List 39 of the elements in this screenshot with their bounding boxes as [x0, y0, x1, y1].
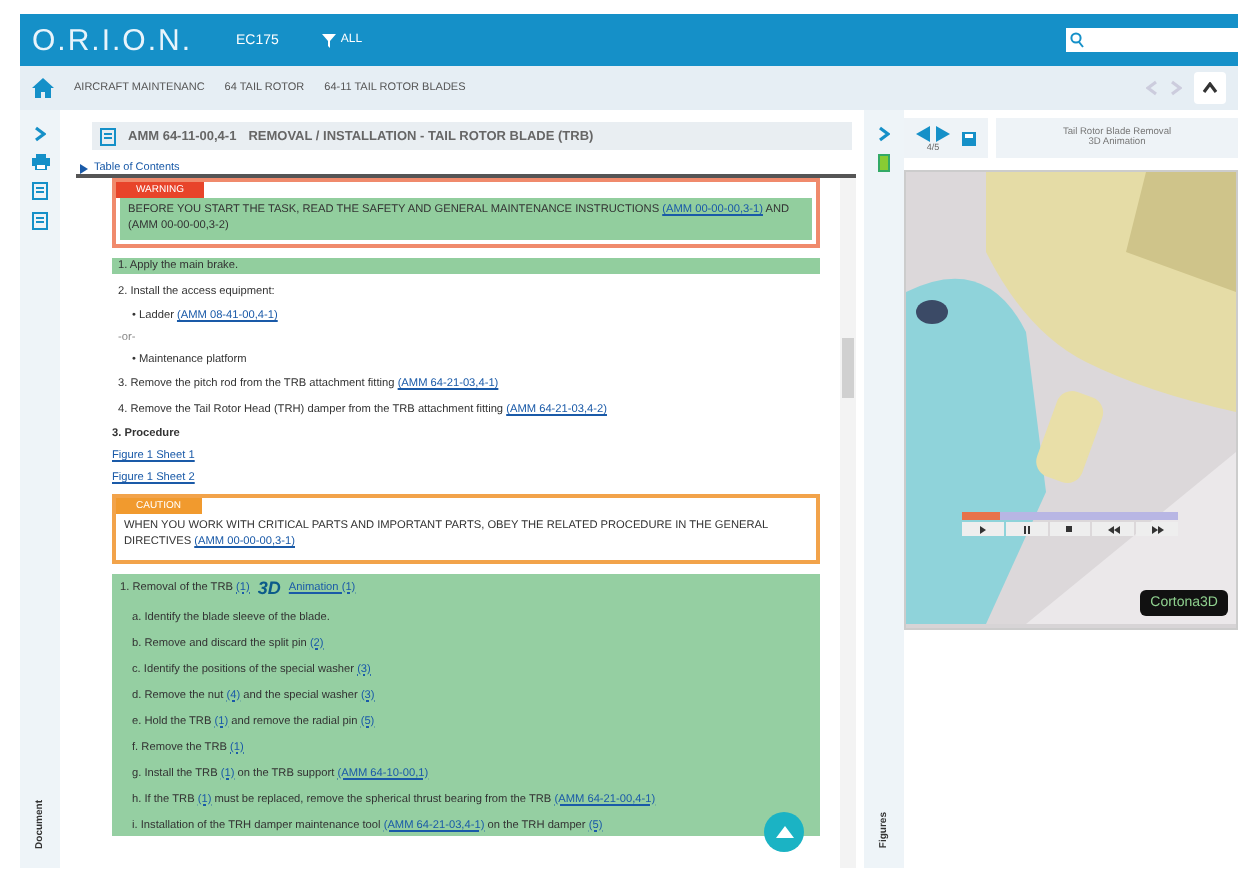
timeline-track[interactable] — [962, 512, 1178, 520]
next-figure-icon[interactable] — [936, 125, 950, 141]
triangle-right-icon — [80, 163, 88, 173]
pause-button[interactable] — [1005, 522, 1048, 536]
fast-forward-icon — [1151, 525, 1164, 533]
chevron-up-icon — [1202, 82, 1218, 94]
home-icon[interactable] — [32, 78, 54, 98]
rewind-icon — [1107, 525, 1120, 533]
pause-icon — [1023, 525, 1030, 533]
document-icon — [32, 212, 48, 230]
chevron-left-icon — [1146, 80, 1158, 96]
search-icon — [1070, 32, 1084, 48]
play-icon — [979, 525, 986, 533]
document-button[interactable] — [32, 182, 48, 200]
filter-icon — [322, 33, 337, 47]
rewind-button[interactable] — [1092, 522, 1135, 536]
chevron-right-icon — [34, 126, 46, 142]
app-logo: O.R.I.O.N. — [32, 23, 193, 57]
document-button[interactable] — [32, 212, 48, 230]
expand-button[interactable] — [878, 126, 890, 142]
search-field[interactable] — [1066, 28, 1238, 52]
scroll-to-top-button[interactable] — [764, 812, 804, 852]
chevron-right-icon — [1170, 80, 1182, 96]
3d-badge[interactable]: 3D — [257, 577, 281, 598]
stop-button[interactable] — [1049, 522, 1091, 536]
scrollbar[interactable] — [840, 178, 856, 868]
triangle-up-icon — [775, 826, 793, 838]
document-icon — [100, 127, 116, 145]
document-icon — [32, 182, 48, 200]
print-icon — [31, 154, 49, 170]
chevron-right-icon — [878, 126, 890, 142]
play-button[interactable] — [962, 522, 1004, 536]
stop-icon — [1066, 526, 1073, 532]
save-icon[interactable] — [962, 131, 976, 145]
print-button[interactable] — [31, 154, 49, 170]
previous-figure-icon[interactable] — [916, 125, 930, 141]
expand-button[interactable] — [34, 126, 46, 142]
fast-forward-button[interactable] — [1136, 522, 1178, 536]
collapse-button[interactable] — [1194, 72, 1226, 104]
